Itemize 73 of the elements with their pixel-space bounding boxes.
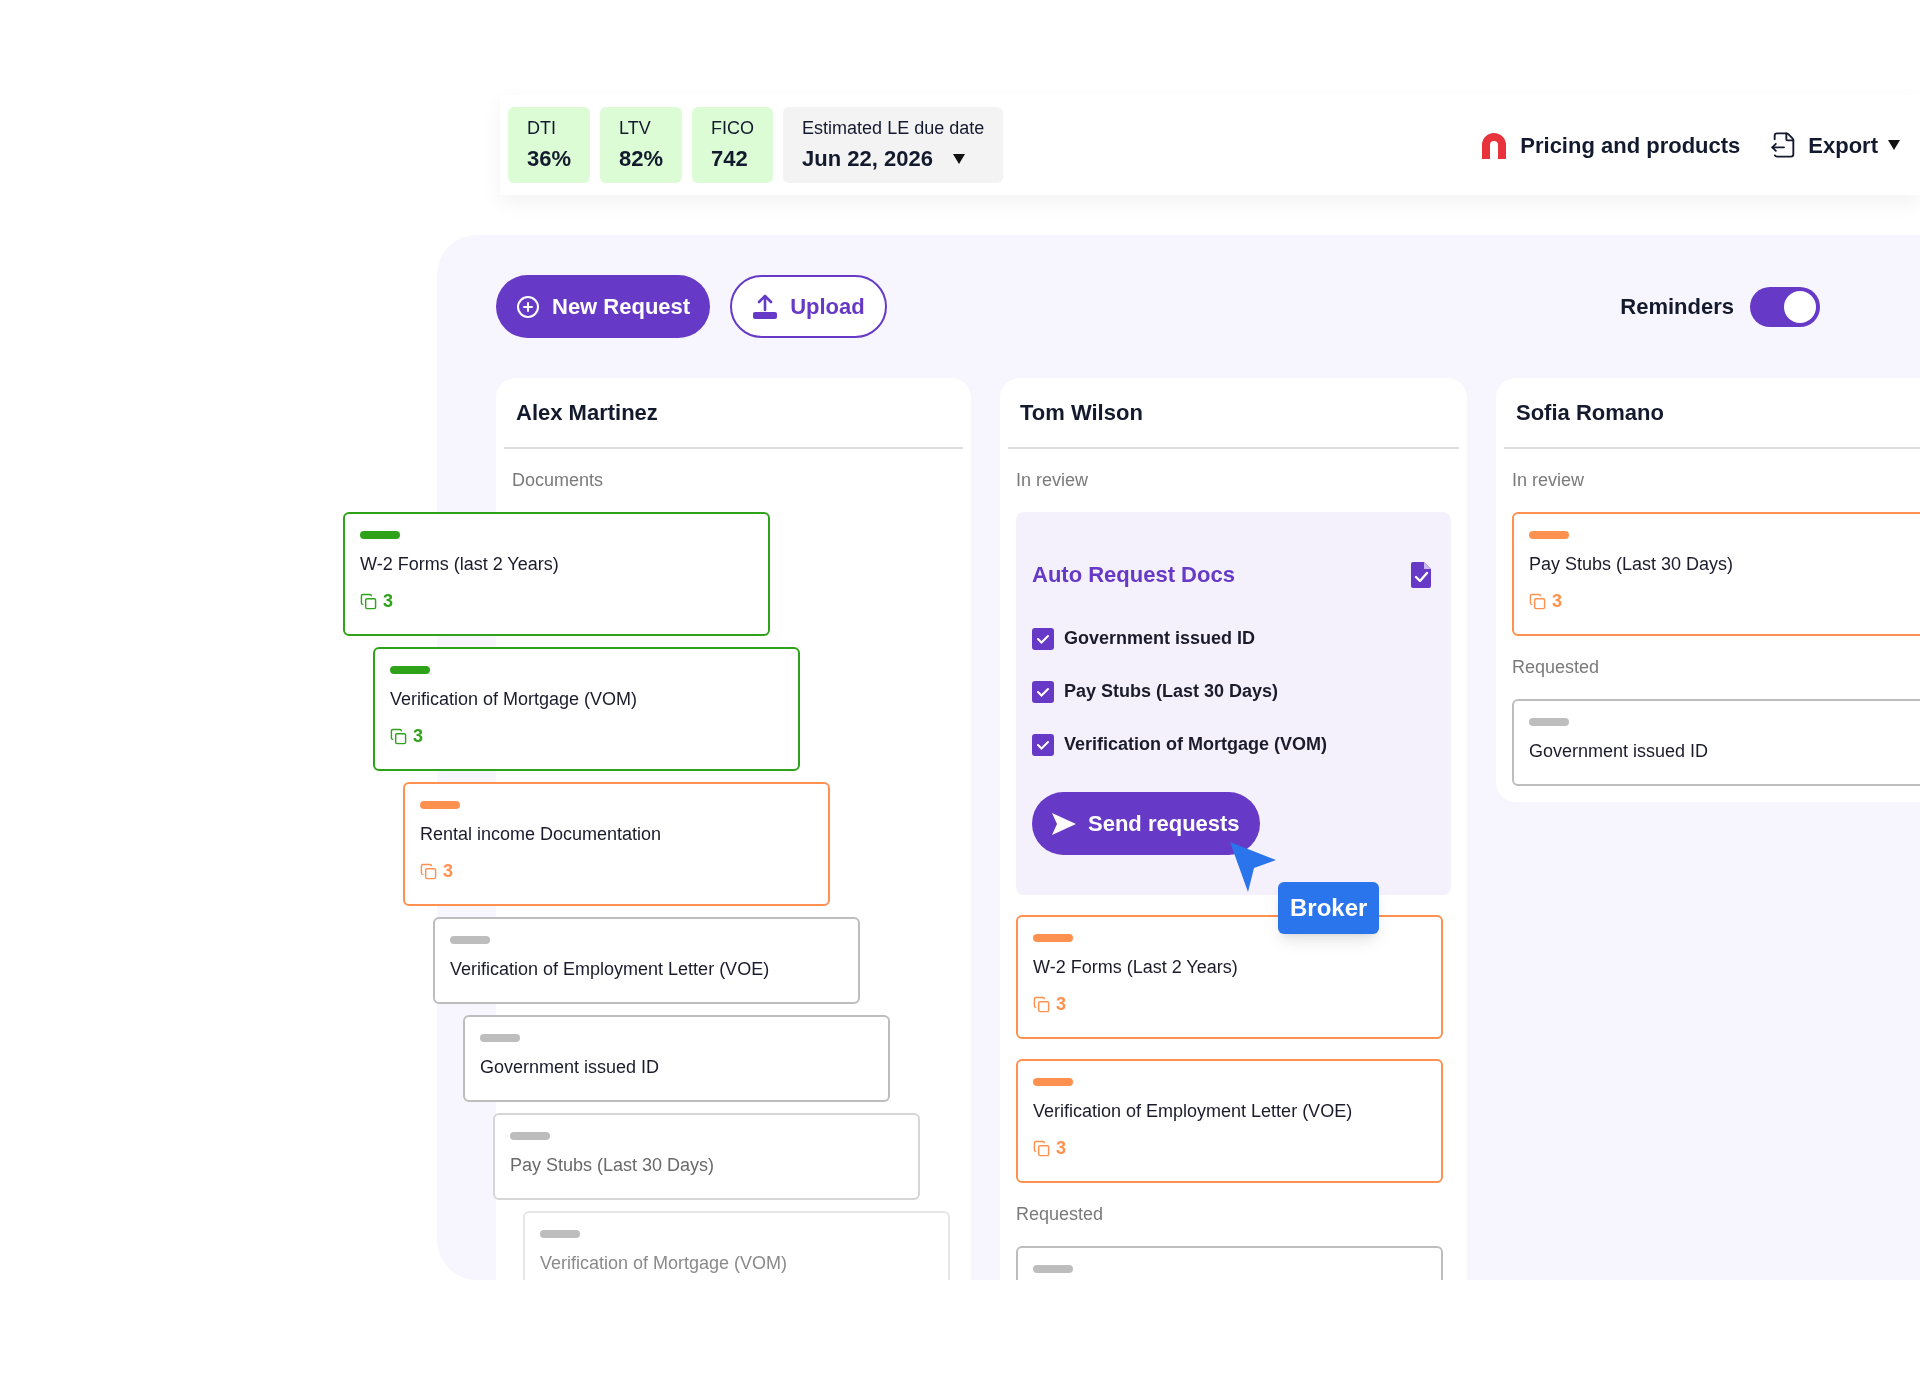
document-title: Pay Stubs (Last 30 Days) [1529, 553, 1735, 576]
checkbox[interactable] [1032, 680, 1054, 703]
document-title: Verification of Employment Letter (VOE) [450, 958, 771, 981]
due-date-dropdown[interactable]: Estimated LE due date Jun 22, 2026 [783, 107, 1004, 183]
copy-icon [390, 728, 407, 745]
upload-button[interactable]: Upload [730, 275, 887, 338]
applicant-name: Tom Wilson [1020, 400, 1143, 425]
document-check-icon [1411, 561, 1431, 588]
document-card[interactable]: W-2 Forms (Last 2 Years) 3 [1016, 915, 1443, 1039]
document-title: Pay Stubs (Last 30 Days) [510, 1154, 716, 1177]
document-title: W-2 Forms (Last 2 Years) [1033, 956, 1239, 979]
upload-icon [752, 293, 779, 320]
due-date-value: Jun 22, 2026 [802, 145, 933, 173]
file-count: 3 [1552, 590, 1562, 613]
section-label: Requested [1512, 656, 1601, 679]
document-card[interactable]: W-2 Forms (last 2 Years) 3 [343, 512, 770, 636]
copy-icon [1529, 593, 1546, 610]
document-card[interactable]: Government issued ID [463, 1015, 890, 1102]
metric-value: 82% [619, 145, 664, 173]
section-label: In review [1512, 469, 1586, 492]
checkbox[interactable] [1032, 627, 1054, 650]
metric-value: 742 [711, 145, 749, 173]
section-label: Requested [1016, 1203, 1105, 1226]
document-card[interactable]: Verification of Mortgage (VOM) 3 [373, 647, 800, 771]
send-icon [1052, 812, 1076, 835]
checkbox-label: Verification of Mortgage (VOM) [1064, 733, 1327, 756]
new-request-button[interactable]: New Request [496, 275, 711, 338]
document-card[interactable]: Pay Stubs (Last 30 Days) [493, 1113, 920, 1200]
document-title: Verification of Mortgage (VOM) [390, 688, 639, 711]
metric-value: 36% [527, 145, 572, 173]
metric-label: LTV [619, 117, 652, 140]
metric-label: DTI [527, 117, 557, 140]
cursor-label: Broker [1278, 882, 1380, 934]
checkbox-label: Government issued ID [1064, 627, 1256, 650]
file-count: 3 [383, 590, 393, 613]
pricing-link[interactable]: Pricing and products [1478, 128, 1741, 162]
section-label: Documents [512, 469, 605, 492]
due-date-label: Estimated LE due date [802, 117, 985, 140]
copy-icon [1033, 1140, 1050, 1157]
document-card[interactable]: Pay Stubs (Last 30 Days) 3 [1512, 512, 1920, 636]
document-title: Government issued ID [480, 1056, 661, 1079]
checkbox-label: Pay Stubs (Last 30 Days) [1064, 680, 1279, 703]
file-count: 3 [1056, 993, 1066, 1016]
section-label: In review [1016, 469, 1090, 492]
file-count: 3 [413, 725, 423, 748]
export-button[interactable]: Export [1770, 128, 1900, 162]
document-title: Government issued ID [1529, 740, 1710, 763]
caret-icon [1888, 140, 1900, 150]
copy-icon [1033, 996, 1050, 1013]
document-title: Verification of Employment Letter (VOE) [1033, 1100, 1354, 1123]
document-title: Rental income Documentation [420, 823, 663, 846]
panel-title: Auto Request Docs [1032, 561, 1235, 589]
send-requests-button[interactable]: Send requests [1032, 792, 1260, 855]
pointer-cursor-icon [1230, 842, 1278, 892]
reminders-label: Reminders [1620, 293, 1734, 321]
plus-circle-icon [516, 294, 540, 319]
copy-icon [420, 863, 437, 880]
copy-icon [360, 593, 377, 610]
document-card[interactable]: Verification of Employment Letter (VOE) 3 [1016, 1059, 1443, 1183]
document-title: W-2 Forms (last 2 Years) [360, 553, 560, 576]
document-card[interactable]: Verification of Employment Letter (VOE) [433, 917, 860, 1004]
metric-label: FICO [711, 117, 755, 140]
document-card[interactable]: Government issued ID [1512, 699, 1920, 786]
applicant-name: Sofia Romano [1516, 400, 1664, 425]
document-title: Verification of Mortgage (VOM) [540, 1252, 789, 1275]
applicant-name: Alex Martinez [516, 400, 658, 425]
caret-icon [952, 153, 965, 164]
file-count: 3 [443, 860, 453, 883]
document-card[interactable]: Rental income Documentation 3 [403, 782, 830, 906]
reminders-toggle[interactable] [1750, 286, 1820, 327]
checkbox[interactable] [1032, 733, 1054, 756]
file-count: 3 [1056, 1137, 1066, 1160]
document-card[interactable]: Verification of Mortgage (VOM) [523, 1211, 950, 1280]
